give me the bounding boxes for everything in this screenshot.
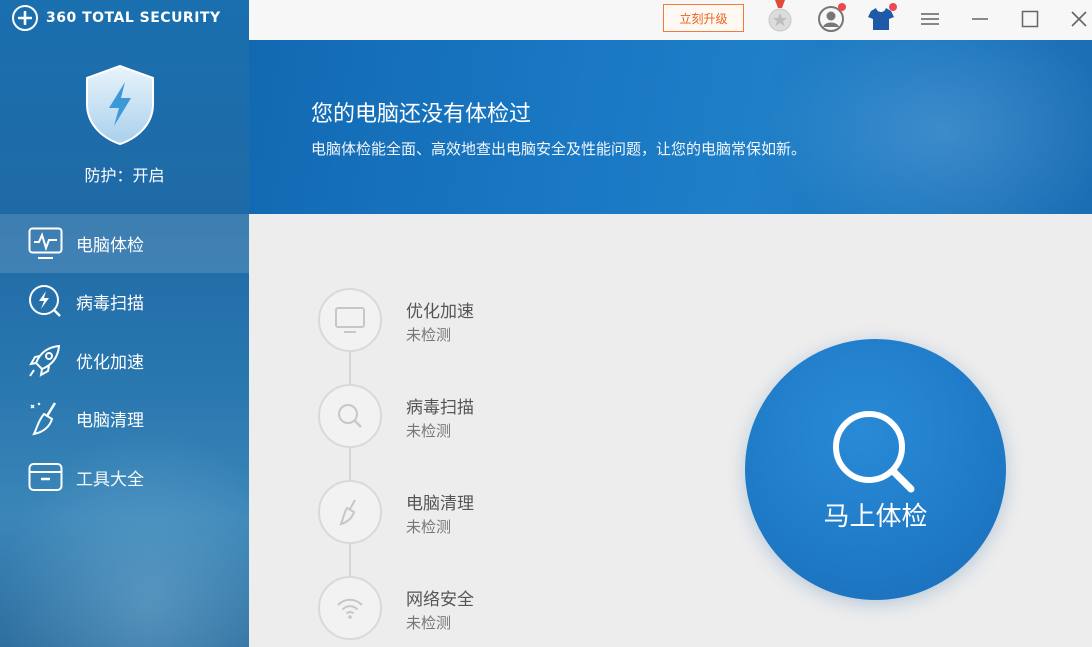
connector-line (349, 544, 351, 576)
minimize-icon[interactable] (967, 6, 993, 32)
connector-line (349, 448, 351, 480)
check-status: 未检测 (406, 518, 452, 536)
user-avatar-icon[interactable] (818, 3, 846, 32)
sidebar-item-label: 电脑体检 (76, 235, 144, 256)
check-item-cleanup: 电脑清理 未检测 (318, 480, 638, 544)
upgrade-button[interactable]: 立刻升级 (663, 4, 744, 32)
check-title: 电脑清理 (406, 494, 474, 514)
broom-icon (28, 401, 63, 436)
maximize-icon[interactable] (1017, 6, 1043, 32)
check-status: 未检测 (406, 614, 452, 632)
shield-icon[interactable] (83, 64, 157, 146)
connector-line (349, 352, 351, 384)
banner-title: 您的电脑还没有体检过 (311, 102, 532, 127)
sidebar-item-label: 电脑清理 (76, 411, 144, 432)
sidebar-item-label: 优化加速 (76, 352, 144, 373)
sidebar-nav: 电脑体检 病毒扫描 优化加速 电脑清理 工具大全 (0, 214, 249, 507)
sidebar-item-virus-scan[interactable]: 病毒扫描 (0, 273, 249, 332)
brand: 360 TOTAL SECURITY (12, 5, 221, 31)
toolbox-icon (28, 460, 63, 495)
check-title: 优化加速 (406, 302, 474, 322)
check-status: 未检测 (406, 326, 452, 344)
start-checkup-label: 马上体检 (823, 502, 928, 532)
check-title: 病毒扫描 (406, 398, 474, 418)
sidebar-item-tools[interactable]: 工具大全 (0, 448, 249, 507)
medal-icon[interactable] (767, 0, 793, 34)
title-bar: 立刻升级 (249, 0, 1092, 40)
sidebar-item-pc-checkup[interactable]: 电脑体检 (0, 214, 249, 273)
check-item-virus-scan: 病毒扫描 未检测 (318, 384, 638, 448)
skin-shirt-icon[interactable] (868, 3, 897, 32)
protection-status: 防护：开启 (84, 166, 165, 185)
monitor-pulse-icon (28, 226, 63, 261)
check-item-optimize: 优化加速 未检测 (318, 288, 638, 352)
notification-dot (838, 3, 846, 11)
search-icon (318, 384, 382, 448)
rocket-icon (28, 343, 63, 378)
brand-name: 360 TOTAL SECURITY (46, 10, 221, 26)
brand-logo-icon (12, 5, 38, 31)
close-icon[interactable] (1066, 6, 1092, 32)
sidebar-item-label: 病毒扫描 (76, 294, 144, 315)
notification-dot (889, 3, 897, 11)
sidebar: 360 TOTAL SECURITY 防护：开启 电脑体检 病毒扫描 优化加速 … (0, 0, 249, 647)
menu-icon[interactable] (917, 6, 943, 32)
sidebar-item-cleanup[interactable]: 电脑清理 (0, 390, 249, 449)
status-banner: 您的电脑还没有体检过 电脑体检能全面、高效地查出电脑安全及性能问题，让您的电脑常… (249, 40, 1092, 214)
check-status: 未检测 (406, 422, 452, 440)
sidebar-item-label: 工具大全 (76, 469, 144, 490)
check-item-network: 网络安全 未检测 (318, 576, 638, 640)
wifi-icon (318, 576, 382, 640)
monitor-icon (318, 288, 382, 352)
magnifier-icon (831, 409, 917, 495)
sidebar-item-optimize[interactable]: 优化加速 (0, 331, 249, 390)
banner-subtitle: 电脑体检能全面、高效地查出电脑安全及性能问题，让您的电脑常保如新。 (311, 140, 807, 158)
lightning-scan-icon (28, 284, 63, 319)
start-checkup-button[interactable]: 马上体检 (745, 339, 1006, 600)
check-title: 网络安全 (406, 590, 474, 610)
broom-icon (318, 480, 382, 544)
